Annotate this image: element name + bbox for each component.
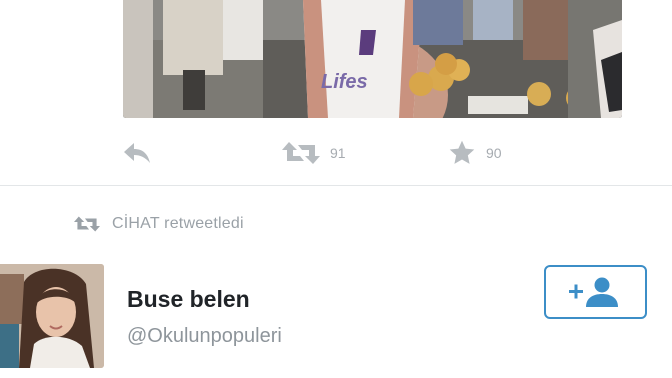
tweet-action-bar: 91 90 bbox=[0, 128, 672, 178]
retweet-context: CİHAT retweetledi bbox=[74, 215, 244, 233]
svg-text:Lifes: Lifes bbox=[321, 71, 368, 93]
retweet-icon bbox=[74, 216, 100, 232]
divider bbox=[0, 185, 672, 186]
favorite-count: 90 bbox=[486, 145, 502, 161]
add-user-icon bbox=[568, 277, 618, 307]
retweet-context-text[interactable]: CİHAT retweetledi bbox=[112, 215, 244, 233]
star-icon bbox=[449, 140, 475, 164]
user-display-name[interactable]: Buse belen bbox=[127, 286, 250, 313]
follow-button[interactable] bbox=[544, 265, 647, 319]
user-handle[interactable]: @Okulunpopuleri bbox=[127, 325, 282, 348]
retweet-button[interactable]: 91 bbox=[282, 140, 346, 166]
retweet-count: 91 bbox=[330, 145, 346, 161]
photo-icon: Lifes bbox=[123, 0, 622, 118]
avatar[interactable] bbox=[0, 264, 104, 368]
reply-icon bbox=[124, 143, 150, 163]
tweet-media-image[interactable]: Lifes bbox=[123, 0, 622, 118]
favorite-button[interactable]: 90 bbox=[448, 139, 502, 167]
reply-button[interactable] bbox=[122, 140, 152, 166]
avatar-image bbox=[0, 264, 104, 368]
retweet-icon bbox=[282, 142, 320, 164]
